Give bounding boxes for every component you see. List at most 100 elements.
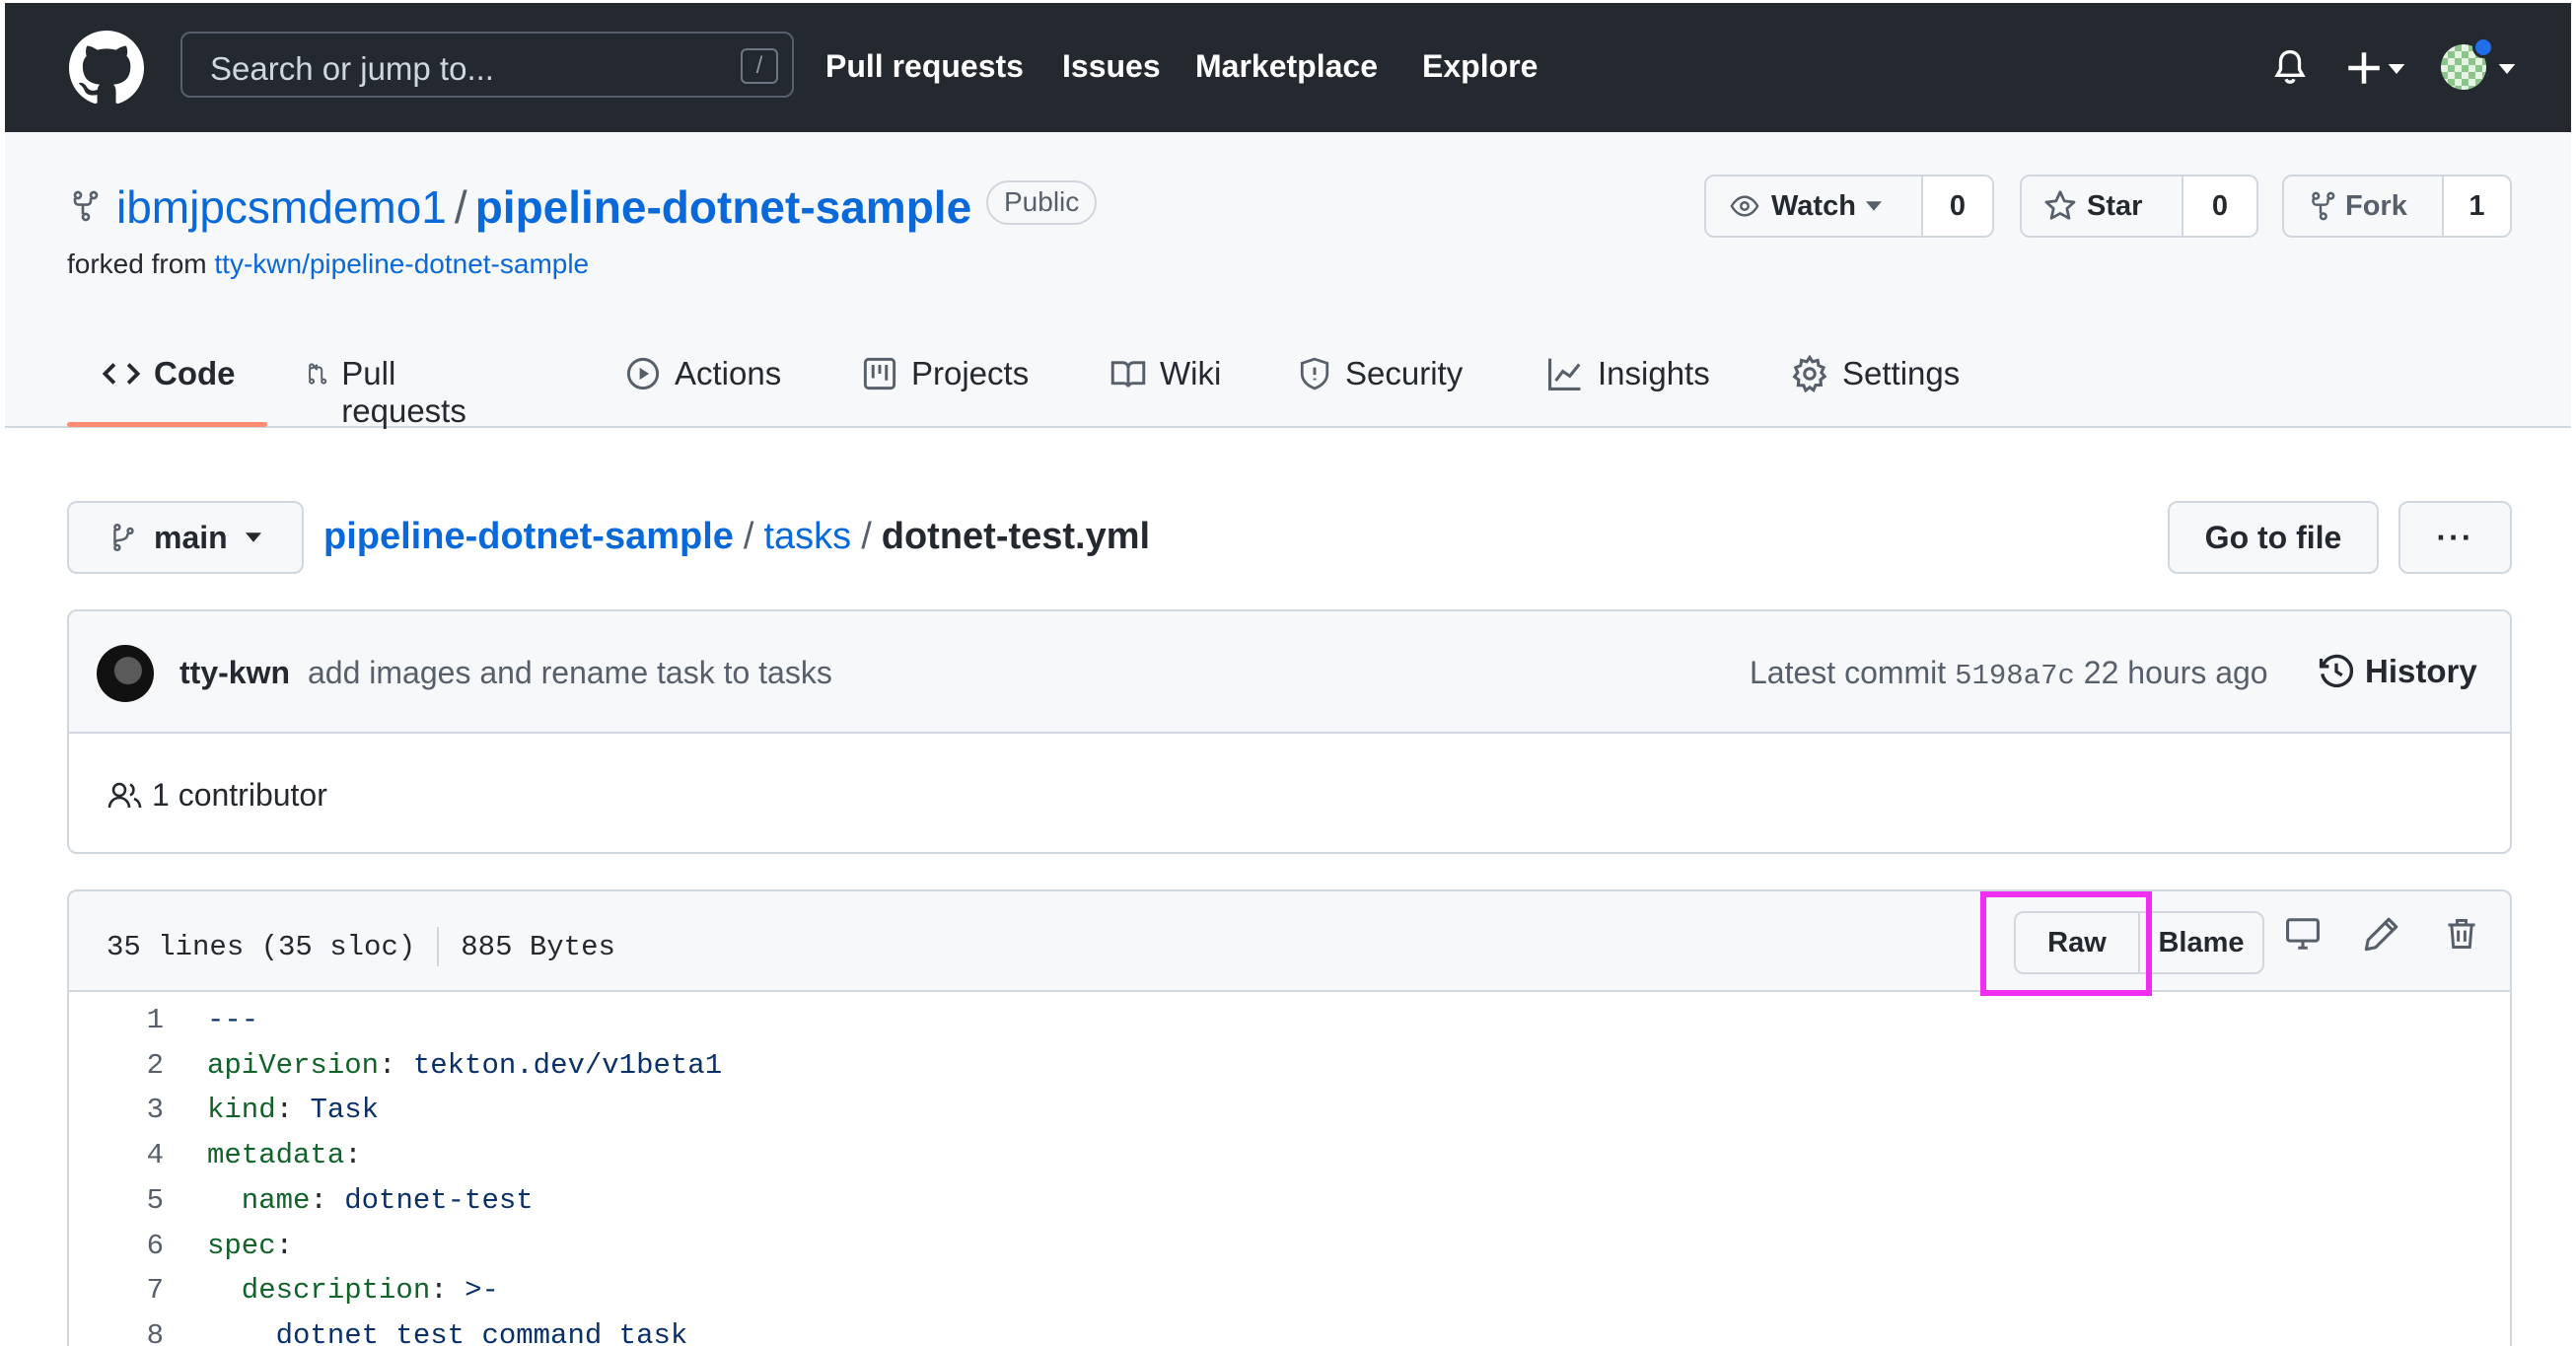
line-number[interactable]: 2 [69, 1049, 164, 1082]
tab-label: Insights [1598, 355, 1710, 391]
tab-code[interactable]: Code [103, 347, 236, 428]
tab-insights[interactable]: Insights [1546, 347, 1710, 428]
line-number[interactable]: 7 [69, 1274, 164, 1307]
more-options-button[interactable]: ··· [2398, 501, 2512, 574]
breadcrumb: pipeline-dotnet-sample / tasks / dotnet-test… [323, 516, 1150, 558]
tab-label: Actions [675, 355, 782, 391]
yaml-value: Task [310, 1094, 380, 1127]
chevron-down-icon[interactable] [2498, 64, 2516, 74]
commit-author-link[interactable]: tty-kwn [179, 655, 290, 691]
go-to-file-button[interactable]: Go to file [2168, 501, 2379, 574]
blame-button[interactable]: Blame [2140, 913, 2262, 972]
nav-marketplace[interactable]: Marketplace [1195, 48, 1378, 85]
tab-projects[interactable]: Projects [862, 347, 1029, 428]
tab-label: Projects [911, 355, 1030, 391]
commit-sha-link[interactable]: 5198a7c [1955, 660, 2075, 692]
repo-name-link[interactable]: pipeline-dotnet-sample [475, 181, 971, 233]
tab-pull-requests[interactable]: Pull requests [304, 347, 476, 429]
trash-icon[interactable] [2444, 915, 2479, 953]
repo-forked-icon [73, 190, 99, 222]
contributors-link[interactable]: 1 contributor [107, 777, 327, 814]
yaml-colon: : [275, 1229, 294, 1262]
latest-commit-info: Latest commit 5198a7c 22 hours ago [1750, 655, 2268, 692]
tab-wiki[interactable]: Wiki [1110, 347, 1221, 428]
forked-source-link[interactable]: tty-kwn/pipeline-dotnet-sample [214, 248, 589, 279]
book-icon [1110, 361, 1146, 388]
nav-explore[interactable]: Explore [1422, 48, 1538, 85]
notification-dot-icon [2472, 36, 2494, 58]
branch-selector[interactable]: main [67, 501, 304, 574]
raw-button-highlight [1980, 891, 2152, 996]
people-icon [107, 782, 142, 808]
search-input[interactable]: Search or jump to... / [180, 32, 794, 98]
line-number[interactable]: 1 [69, 1004, 164, 1036]
line-number[interactable]: 8 [69, 1319, 164, 1346]
pencil-icon[interactable] [2363, 915, 2400, 953]
yaml-colon: : [310, 1183, 345, 1217]
fork-label: Fork [2345, 189, 2407, 222]
eye-icon [1730, 195, 1759, 217]
git-pull-request-icon [309, 363, 327, 385]
code-text: dotnet test command task [207, 1318, 688, 1346]
latest-commit-label: Latest commit [1750, 655, 1947, 690]
repo-owner-link[interactable]: ibmjpcsmdemo1 [116, 181, 447, 233]
yaml-colon: : [275, 1094, 311, 1127]
global-header: Search or jump to... / Pull requests Iss… [5, 3, 2571, 132]
star-count[interactable]: 0 [2183, 177, 2256, 236]
desktop-icon[interactable] [2284, 915, 2322, 953]
line-number[interactable]: 5 [69, 1184, 164, 1217]
star-button[interactable]: Star [2022, 177, 2183, 236]
github-logo-icon[interactable] [69, 31, 144, 106]
tab-label: Security [1345, 355, 1464, 391]
forked-from-label: forked from [67, 248, 207, 279]
tab-settings[interactable]: Settings [1791, 347, 1960, 428]
plus-icon[interactable] [2346, 50, 2382, 86]
active-tab-indicator [67, 422, 267, 427]
tab-actions[interactable]: Actions [625, 347, 781, 428]
nav-issues[interactable]: Issues [1062, 48, 1161, 85]
line-count: 35 lines (35 sloc) [107, 930, 416, 963]
shield-icon [1300, 357, 1329, 390]
line-number[interactable]: 4 [69, 1139, 164, 1171]
author-avatar[interactable] [97, 645, 154, 702]
code-line: 8 dotnet test command task [69, 1313, 2510, 1346]
bell-icon[interactable] [2271, 46, 2309, 88]
search-shortcut-key: / [741, 48, 778, 84]
watch-label: Watch [1771, 189, 1856, 222]
chevron-down-icon[interactable] [2388, 64, 2405, 74]
yaml-value: dotnet test command task [207, 1318, 688, 1346]
code-line: 7 description: >- [69, 1268, 2510, 1313]
watch-button-group: Watch 0 [1704, 175, 1994, 238]
latest-commit-box: tty-kwn add images and rename task to ta… [67, 609, 2512, 854]
commit-message-link[interactable]: add images and rename task to tasks [308, 655, 832, 691]
yaml-key: spec [207, 1229, 276, 1262]
yaml-key: metadata [207, 1139, 345, 1172]
code-text: --- [207, 1004, 258, 1036]
file-size: 885 Bytes [461, 930, 615, 963]
divider [437, 927, 440, 966]
breadcrumb-current-file: dotnet-test.yml [881, 516, 1151, 557]
yaml-value: >- [465, 1274, 499, 1308]
code-line: 6 spec: [69, 1224, 2510, 1269]
star-button-group: Star 0 [2020, 175, 2258, 238]
watch-button[interactable]: Watch [1706, 177, 1923, 236]
watch-count[interactable]: 0 [1923, 177, 1992, 236]
history-link[interactable]: History [2318, 653, 2477, 690]
repo-title: ibmjpcsmdemo1/pipeline-dotnet-sample [116, 180, 971, 234]
breadcrumb-repo-link[interactable]: pipeline-dotnet-sample [323, 516, 734, 557]
fork-button[interactable]: Fork [2284, 177, 2444, 236]
tab-security[interactable]: Security [1298, 347, 1463, 428]
nav-pull-requests[interactable]: Pull requests [825, 48, 1024, 85]
fork-count[interactable]: 1 [2444, 177, 2510, 236]
line-number[interactable]: 6 [69, 1230, 164, 1262]
contributors-count: 1 contributor [152, 777, 327, 813]
breadcrumb-folder-link[interactable]: tasks [763, 516, 851, 557]
branch-name: main [154, 519, 228, 555]
chevron-down-icon [245, 532, 261, 542]
yaml-colon: : [379, 1048, 413, 1082]
code-text: spec: [207, 1230, 293, 1262]
breadcrumb-separator: / [861, 516, 872, 557]
breadcrumb-separator: / [743, 516, 754, 557]
code-text: metadata: [207, 1139, 362, 1171]
line-number[interactable]: 3 [69, 1094, 164, 1126]
